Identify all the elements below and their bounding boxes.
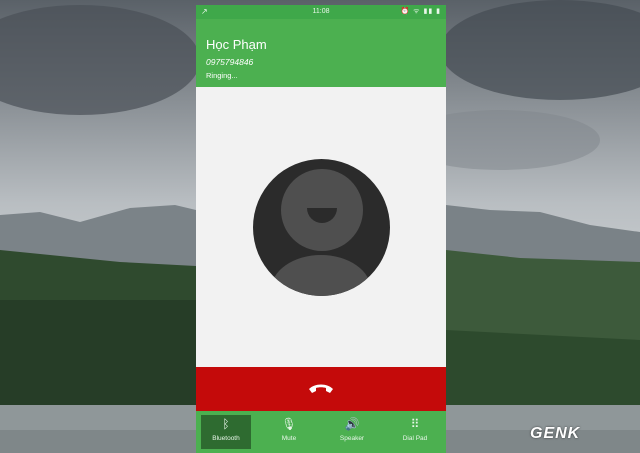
- call-status: Ringing...: [206, 71, 238, 80]
- call-header: Học Phạm 0975794846 Ringing...: [196, 19, 446, 87]
- avatar-smile: [307, 208, 337, 223]
- mute-label: Mute: [281, 435, 297, 442]
- watermark-logo: GENK: [530, 425, 581, 442]
- contact-avatar-icon: [253, 159, 390, 296]
- dialpad-label: Dial Pad: [402, 435, 428, 442]
- avatar-head: [281, 169, 363, 251]
- speaker-button[interactable]: 🔊 Speaker: [327, 415, 377, 449]
- avatar-area: [196, 87, 446, 367]
- speaker-label: Speaker: [339, 435, 365, 442]
- status-icons: ⏰ ᯤ ▮▮ ▮: [400, 8, 441, 15]
- microphone-icon: 🎙: [281, 417, 297, 431]
- speaker-icon: 🔊: [344, 417, 360, 431]
- contact-number: 0975794846: [206, 57, 254, 67]
- status-bar: ↗ 11:08 ⏰ ᯤ ▮▮ ▮: [196, 5, 446, 19]
- end-call-button[interactable]: [196, 367, 446, 411]
- avatar-body: [271, 255, 371, 296]
- phone-screen: ↗ 11:08 ⏰ ᯤ ▮▮ ▮ Học Phạm 0975794846 Rin…: [196, 5, 446, 453]
- bluetooth-button[interactable]: ᛒ Bluetooth: [201, 415, 251, 449]
- mute-button[interactable]: 🎙 Mute: [264, 415, 314, 449]
- bluetooth-label: Bluetooth: [212, 435, 240, 442]
- dialpad-icon: ⠿: [410, 417, 420, 431]
- hang-up-icon: [309, 384, 333, 393]
- call-action-bar: ᛒ Bluetooth 🎙 Mute 🔊 Speaker ⠿ Dial Pad: [196, 411, 446, 453]
- dialpad-button[interactable]: ⠿ Dial Pad: [390, 415, 440, 449]
- contact-name: Học Phạm: [206, 37, 267, 52]
- bluetooth-icon: ᛒ: [222, 417, 230, 431]
